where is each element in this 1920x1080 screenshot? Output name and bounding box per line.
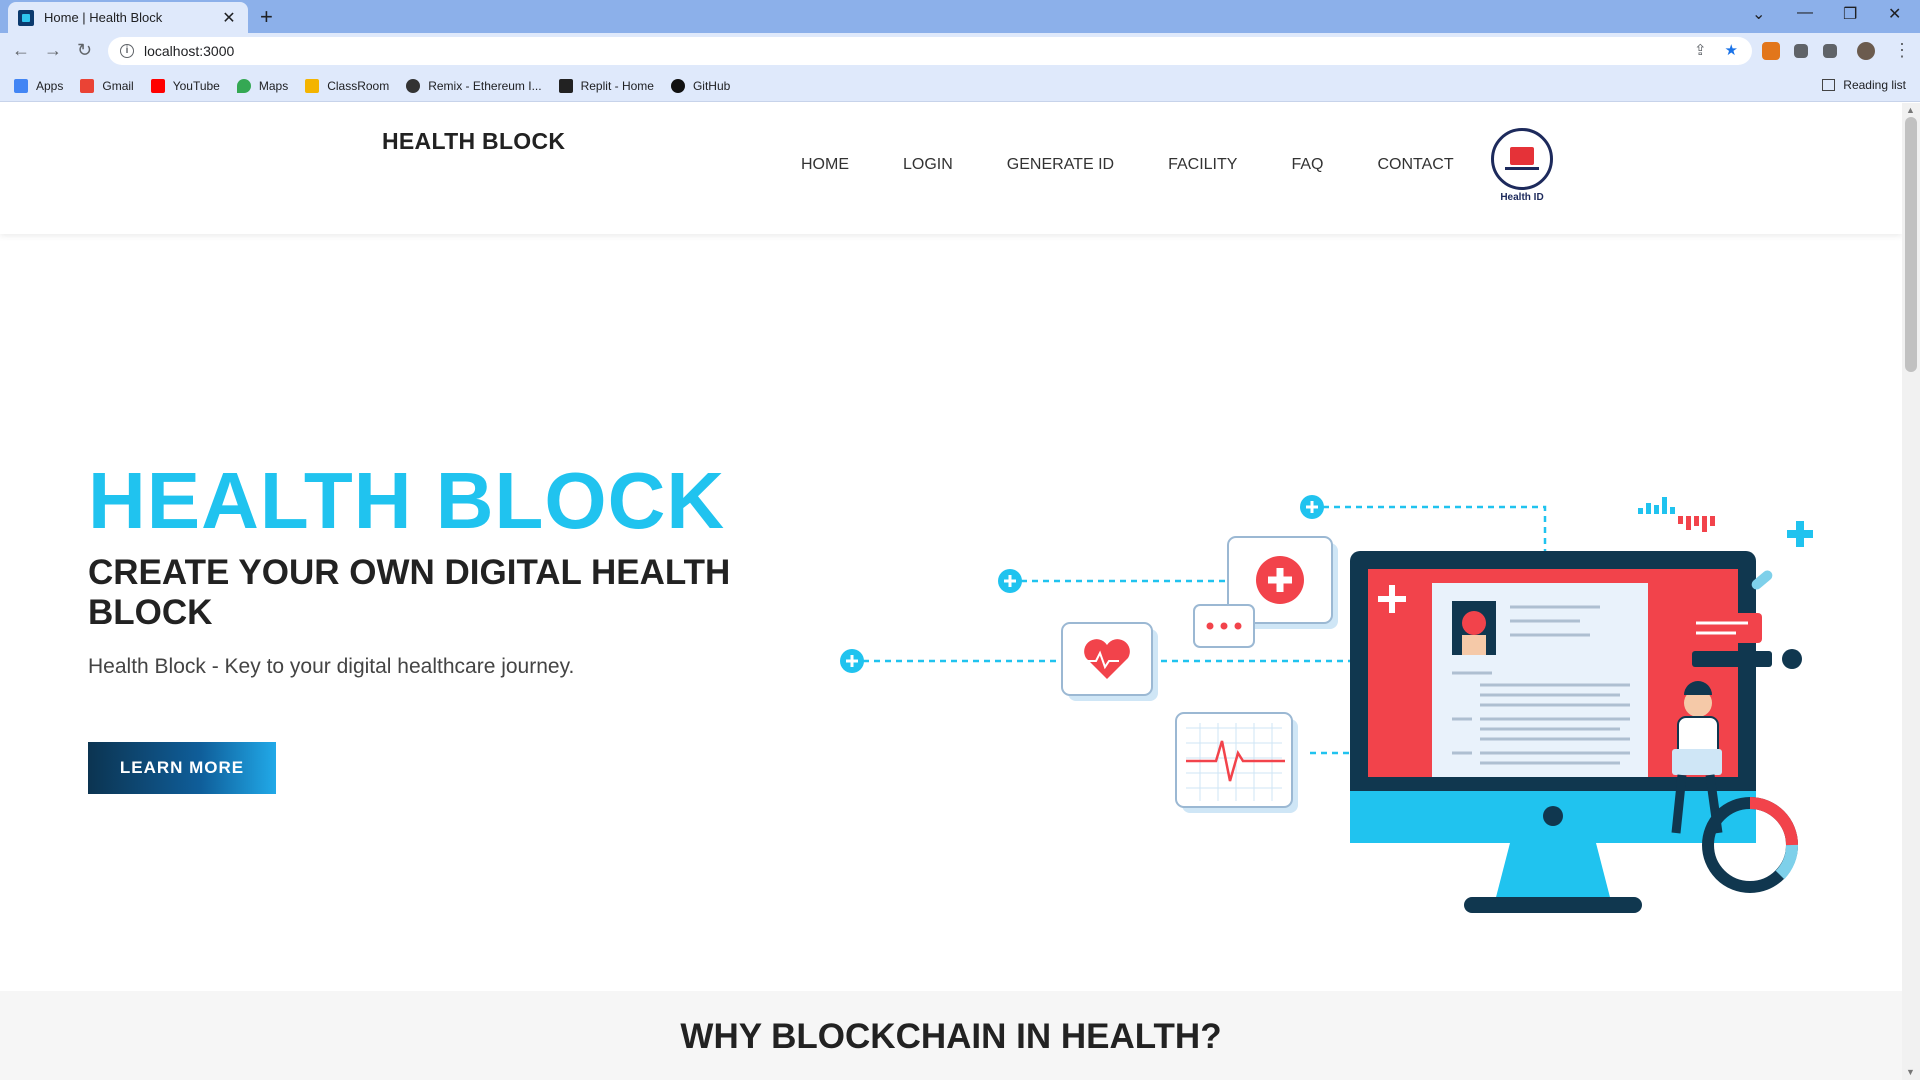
stats-bars-icon	[1638, 497, 1715, 532]
scroll-up-icon[interactable]: ▲	[1906, 105, 1915, 115]
hero-title: HEALTH BLOCK	[88, 456, 726, 545]
nav-login[interactable]: LOGIN	[903, 156, 953, 174]
hero-subtitle: CREATE YOUR OWN DIGITAL HEALTH BLOCK	[88, 553, 731, 632]
bookmark-maps[interactable]: Maps	[236, 78, 288, 93]
maps-icon	[236, 78, 251, 93]
replit-icon	[558, 78, 573, 93]
youtube-icon	[150, 78, 165, 93]
message-tag-icon	[1686, 613, 1802, 669]
logo-caption: Health ID	[1500, 192, 1544, 203]
reading-list-icon	[1822, 79, 1836, 91]
url-text: localhost:3000	[144, 43, 235, 59]
browser-tab[interactable]: Home | Health Block ✕	[8, 2, 248, 33]
nav-home[interactable]: HOME	[801, 156, 849, 174]
new-tab-button[interactable]: +	[260, 4, 273, 30]
scroll-thumb[interactable]	[1905, 117, 1917, 372]
extension-icon[interactable]	[1794, 44, 1808, 58]
nav-faq[interactable]: FAQ	[1291, 156, 1323, 174]
bookmark-github[interactable]: GitHub	[670, 78, 730, 93]
nav-generate-id[interactable]: GENERATE ID	[1007, 156, 1114, 174]
why-blockchain-title: WHY BLOCKCHAIN IN HEALTH?	[680, 1017, 1222, 1056]
bookmark-gmail[interactable]: Gmail	[80, 78, 134, 93]
site-header: HEALTH BLOCK HOME LOGIN GENERATE ID FACI…	[0, 103, 1902, 234]
main-nav: HOME LOGIN GENERATE ID FACILITY FAQ CONT…	[801, 156, 1508, 174]
chat-bubble-icon	[1193, 604, 1255, 648]
reload-icon[interactable]: ↻	[77, 40, 92, 61]
browser-toolbar: ← → ↻ i localhost:3000 ⇪ ★ ⋮	[0, 33, 1920, 70]
bookmark-remix[interactable]: Remix - Ethereum I...	[406, 78, 542, 93]
nav-facility[interactable]: FACILITY	[1168, 156, 1237, 174]
profile-avatar[interactable]	[1857, 42, 1875, 60]
remix-icon	[406, 78, 421, 93]
gmail-icon	[80, 78, 95, 93]
apps-grid-icon	[14, 78, 28, 93]
close-window-icon[interactable]: ✕	[1888, 4, 1901, 24]
learn-more-button[interactable]: LEARN MORE	[88, 742, 276, 794]
back-icon[interactable]: ←	[12, 40, 30, 61]
github-icon	[670, 78, 685, 93]
why-blockchain-section: WHY BLOCKCHAIN IN HEALTH?	[0, 991, 1902, 1080]
plus-decoration-icon	[1787, 521, 1813, 547]
browser-tabstrip: Home | Health Block ✕ + ⌄ — ❐ ✕	[0, 0, 1920, 33]
page-scrollbar[interactable]: ▲ ▼	[1902, 103, 1920, 1080]
hero-illustration	[840, 495, 1813, 913]
heart-card-icon	[1061, 622, 1158, 701]
health-id-badge-icon	[1491, 128, 1553, 190]
bookmark-apps[interactable]: Apps	[14, 78, 63, 93]
minimize-icon[interactable]: —	[1797, 4, 1813, 22]
health-id-logo[interactable]: Health ID	[1490, 128, 1554, 203]
share-icon[interactable]: ⇪	[1694, 41, 1707, 59]
bookmark-star-icon[interactable]: ★	[1725, 41, 1738, 59]
browser-menu-icon[interactable]: ⋮	[1893, 40, 1911, 61]
bookmark-replit[interactable]: Replit - Home	[558, 78, 654, 93]
site-favicon-icon	[18, 9, 34, 26]
extensions-puzzle-icon[interactable]	[1823, 44, 1837, 58]
tab-title: Home | Health Block	[44, 10, 163, 25]
reading-list-button[interactable]: Reading list	[1822, 78, 1906, 92]
forward-icon[interactable]: →	[44, 40, 62, 61]
bookmark-classroom[interactable]: ClassRoom	[305, 78, 389, 93]
nav-contact[interactable]: CONTACT	[1377, 156, 1453, 174]
site-info-icon[interactable]: i	[120, 44, 134, 58]
hero-tagline: Health Block - Key to your digital healt…	[88, 655, 575, 678]
metamask-extension-icon[interactable]	[1762, 42, 1780, 60]
tab-search-icon[interactable]: ⌄	[1752, 4, 1765, 24]
bookmark-youtube[interactable]: YouTube	[150, 78, 220, 93]
tab-close-icon[interactable]: ✕	[220, 8, 238, 28]
classroom-icon	[305, 78, 320, 93]
ecg-monitor-card-icon	[1175, 712, 1298, 813]
bookmarks-bar: Apps Gmail YouTube Maps ClassRoom Remix …	[0, 70, 1920, 102]
address-bar[interactable]: i localhost:3000 ⇪ ★	[108, 37, 1752, 65]
restore-icon[interactable]: ❐	[1843, 4, 1857, 24]
site-brand[interactable]: HEALTH BLOCK	[382, 128, 565, 155]
web-page: HEALTH BLOCK HOME LOGIN GENERATE ID FACI…	[0, 103, 1902, 1080]
scroll-down-icon[interactable]: ▼	[1906, 1067, 1915, 1077]
